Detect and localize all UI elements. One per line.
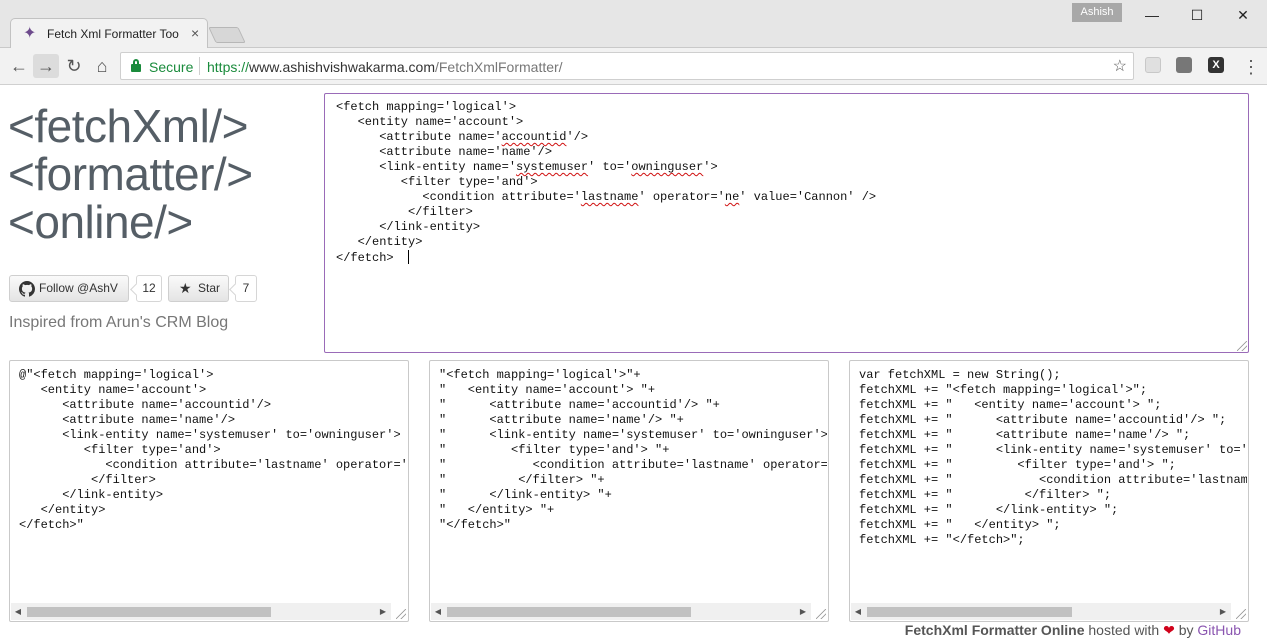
star-label: Star — [198, 281, 221, 295]
concat-output-text[interactable]: "<fetch mapping='logical'>"+ " <entity n… — [439, 368, 827, 600]
site-logo: <fetchXml/> <formatter/> <online/> — [8, 102, 253, 246]
footer-hosted-text: hosted with — [1084, 622, 1164, 638]
inspired-link[interactable]: Inspired from Arun's CRM Blog — [9, 314, 228, 332]
javascript-output-panel[interactable]: var fetchXML = new String(); fetchXML +=… — [849, 360, 1249, 622]
page-content: <fetchXml/> <formatter/> <online/> Follo… — [0, 86, 1267, 641]
follow-count[interactable]: 12 — [136, 275, 162, 302]
secure-label: Secure — [149, 59, 194, 75]
extension-icon[interactable] — [1176, 57, 1192, 73]
footer-app-name: FetchXml Formatter Online — [904, 622, 1085, 638]
reload-icon[interactable]: ↻ — [61, 54, 87, 78]
horizontal-scrollbar[interactable]: ◀ ▶ — [851, 603, 1231, 620]
text-caret — [407, 250, 409, 264]
csharp-output-panel[interactable]: @"<fetch mapping='logical'> <entity name… — [9, 360, 409, 622]
home-icon[interactable]: ⌂ — [89, 54, 115, 78]
scrollbar-thumb[interactable] — [27, 607, 271, 617]
scroll-right-icon[interactable]: ▶ — [1219, 607, 1227, 616]
javascript-output-text[interactable]: var fetchXML = new String(); fetchXML +=… — [859, 368, 1247, 600]
forward-arrow-icon[interactable]: → — [33, 54, 59, 78]
github-follow-button[interactable]: Follow @AshV — [9, 275, 129, 302]
maximize-icon[interactable]: ☐ — [1182, 4, 1212, 26]
resize-handle-icon[interactable] — [816, 609, 826, 619]
minimize-icon[interactable]: — — [1137, 4, 1167, 26]
horizontal-scrollbar[interactable]: ◀ ▶ — [431, 603, 811, 620]
new-tab-button[interactable] — [208, 27, 246, 43]
scroll-left-icon[interactable]: ◀ — [854, 607, 862, 616]
lock-icon — [131, 59, 141, 72]
resize-handle-icon[interactable] — [1236, 609, 1246, 619]
puzzle-favicon-icon: ✦ — [23, 25, 37, 42]
scroll-right-icon[interactable]: ▶ — [379, 607, 387, 616]
scrollbar-thumb[interactable] — [447, 607, 691, 617]
concat-output-panel[interactable]: "<fetch mapping='logical'>"+ " <entity n… — [429, 360, 829, 622]
browser-toolbar: ← → ↻ ⌂ Secure https://www.ashishvishwak… — [0, 48, 1267, 85]
fetchxml-input-text[interactable]: <fetch mapping='logical'> <entity name='… — [336, 100, 1236, 340]
url-text: https://www.ashishvishwakarma.com/FetchX… — [207, 59, 563, 75]
bookmark-star-icon[interactable]: ☆ — [1113, 56, 1127, 76]
star-count[interactable]: 7 — [235, 275, 257, 302]
follow-label: Follow @AshV — [39, 281, 118, 295]
heart-icon: ❤ — [1163, 622, 1175, 638]
fetchxml-input-editor[interactable]: <fetch mapping='logical'> <entity name='… — [324, 93, 1249, 353]
tab-title: Fetch Xml Formatter Too — [47, 27, 179, 41]
address-bar[interactable]: Secure https://www.ashishvishwakarma.com… — [120, 52, 1134, 80]
omnibox-divider — [199, 57, 200, 75]
scroll-left-icon[interactable]: ◀ — [14, 607, 22, 616]
logo-line: <formatter/> — [8, 148, 253, 200]
github-star-button[interactable]: ★ Star — [168, 275, 229, 302]
browser-titlebar: ✦ Fetch Xml Formatter Too × Ashish — ☐ ✕ — [0, 0, 1267, 49]
menu-dots-icon[interactable]: ⋮ — [1242, 58, 1260, 76]
scroll-right-icon[interactable]: ▶ — [799, 607, 807, 616]
footer-by-text: by — [1174, 622, 1198, 638]
logo-line: <online/> — [8, 196, 193, 248]
resize-handle-icon[interactable] — [1237, 341, 1247, 351]
logo-line: <fetchXml/> — [8, 100, 248, 152]
browser-tab[interactable]: ✦ Fetch Xml Formatter Too × — [10, 18, 208, 49]
tab-close-icon[interactable]: × — [191, 25, 199, 41]
resize-handle-icon[interactable] — [396, 609, 406, 619]
mail-extension-icon[interactable] — [1145, 57, 1161, 73]
back-arrow-icon[interactable]: ← — [6, 54, 32, 78]
horizontal-scrollbar[interactable]: ◀ ▶ — [11, 603, 391, 620]
scrollbar-thumb[interactable] — [867, 607, 1072, 617]
close-window-icon[interactable]: ✕ — [1228, 4, 1258, 26]
scroll-left-icon[interactable]: ◀ — [434, 607, 442, 616]
page-footer: FetchXml Formatter Online hosted with ❤ … — [905, 622, 1241, 639]
github-icon — [19, 281, 35, 297]
profile-badge[interactable]: Ashish — [1072, 3, 1122, 22]
star-icon: ★ — [179, 280, 192, 296]
csharp-output-text[interactable]: @"<fetch mapping='logical'> <entity name… — [19, 368, 407, 600]
x-extension-icon[interactable]: X — [1208, 57, 1224, 73]
github-link[interactable]: GitHub — [1197, 622, 1241, 638]
